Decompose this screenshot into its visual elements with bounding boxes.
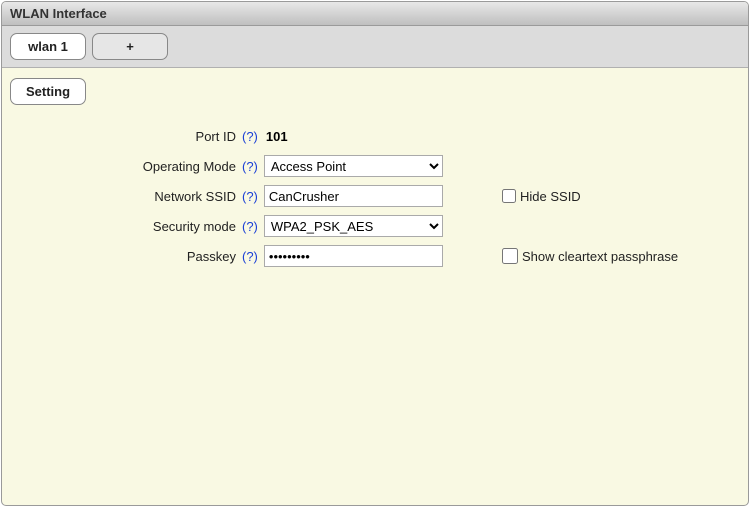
select-security-mode[interactable]: WPA2_PSK_AES	[264, 215, 443, 237]
row-security-mode: Security mode (?) WPA2_PSK_AES	[2, 211, 748, 241]
row-passkey: Passkey (?) Show cleartext passphrase	[2, 241, 748, 271]
checkbox-show-cleartext[interactable]	[502, 248, 518, 264]
help-icon[interactable]: (?)	[240, 189, 264, 204]
row-network-ssid: Network SSID (?) Hide SSID	[2, 181, 748, 211]
help-icon[interactable]: (?)	[240, 219, 264, 234]
tab-setting[interactable]: Setting	[10, 78, 86, 105]
label-security-mode: Security mode	[2, 219, 240, 234]
settings-form: Port ID (?) 101 Operating Mode (?) Acces…	[2, 111, 748, 271]
label-hide-ssid: Hide SSID	[520, 189, 581, 204]
select-operating-mode[interactable]: Access Point	[264, 155, 443, 177]
panel-title: WLAN Interface	[10, 6, 107, 21]
label-network-ssid: Network SSID	[2, 189, 240, 204]
value-port-id: 101	[264, 129, 288, 144]
help-icon[interactable]: (?)	[240, 129, 264, 144]
title-bar: WLAN Interface	[2, 2, 748, 26]
help-icon[interactable]: (?)	[240, 249, 264, 264]
tab-add[interactable]: +	[92, 33, 168, 60]
label-passkey: Passkey	[2, 249, 240, 264]
input-network-ssid[interactable]	[264, 185, 443, 207]
checkbox-hide-ssid[interactable]	[502, 189, 516, 203]
tab-bar: wlan 1 +	[2, 26, 748, 68]
label-show-cleartext: Show cleartext passphrase	[522, 249, 678, 264]
sub-tab-bar: Setting	[2, 68, 748, 111]
wlan-interface-panel: WLAN Interface wlan 1 + Setting Port ID …	[1, 1, 749, 506]
help-icon[interactable]: (?)	[240, 159, 264, 174]
tab-wlan1[interactable]: wlan 1	[10, 33, 86, 60]
row-port-id: Port ID (?) 101	[2, 121, 748, 151]
row-operating-mode: Operating Mode (?) Access Point	[2, 151, 748, 181]
label-port-id: Port ID	[2, 129, 240, 144]
input-passkey[interactable]	[264, 245, 443, 267]
label-operating-mode: Operating Mode	[2, 159, 240, 174]
